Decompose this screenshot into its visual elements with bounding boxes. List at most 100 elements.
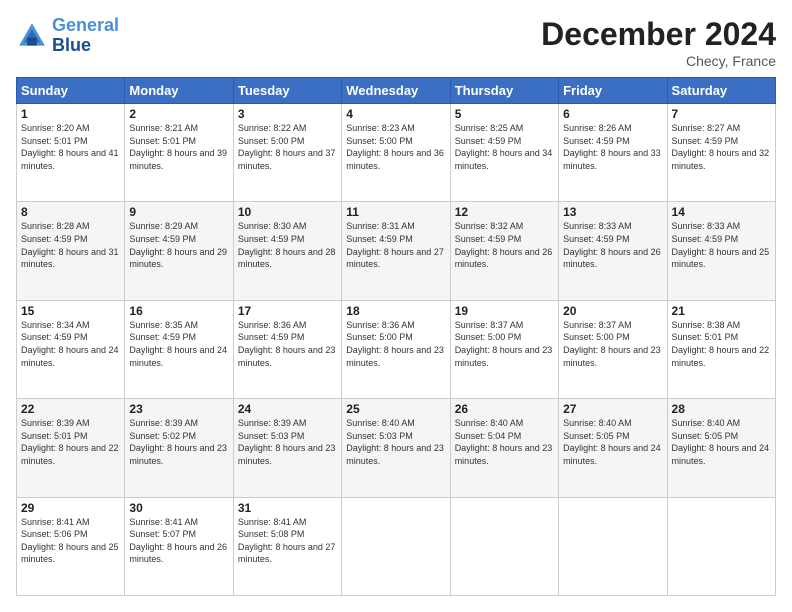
page: General Blue December 2024 Checy, France… <box>0 0 792 612</box>
day-number: 11 <box>346 205 445 219</box>
calendar-cell: 17Sunrise: 8:36 AMSunset: 4:59 PMDayligh… <box>233 300 341 398</box>
calendar: SundayMondayTuesdayWednesdayThursdayFrid… <box>16 77 776 596</box>
logo-icon <box>16 20 48 52</box>
day-number: 20 <box>563 304 662 318</box>
day-number: 21 <box>672 304 771 318</box>
cell-info: Sunrise: 8:39 AMSunset: 5:02 PMDaylight:… <box>129 417 228 467</box>
calendar-cell: 6Sunrise: 8:26 AMSunset: 4:59 PMDaylight… <box>559 104 667 202</box>
day-number: 8 <box>21 205 120 219</box>
cell-info: Sunrise: 8:33 AMSunset: 4:59 PMDaylight:… <box>563 220 662 270</box>
day-number: 29 <box>21 501 120 515</box>
day-number: 1 <box>21 107 120 121</box>
logo: General Blue <box>16 16 119 56</box>
calendar-cell <box>559 497 667 595</box>
cell-info: Sunrise: 8:40 AMSunset: 5:05 PMDaylight:… <box>672 417 771 467</box>
day-number: 6 <box>563 107 662 121</box>
calendar-week-2: 8Sunrise: 8:28 AMSunset: 4:59 PMDaylight… <box>17 202 776 300</box>
cell-info: Sunrise: 8:21 AMSunset: 5:01 PMDaylight:… <box>129 122 228 172</box>
cell-info: Sunrise: 8:26 AMSunset: 4:59 PMDaylight:… <box>563 122 662 172</box>
calendar-header-row: SundayMondayTuesdayWednesdayThursdayFrid… <box>17 78 776 104</box>
calendar-header-sunday: Sunday <box>17 78 125 104</box>
month-title: December 2024 <box>541 16 776 53</box>
calendar-header-monday: Monday <box>125 78 233 104</box>
calendar-cell: 21Sunrise: 8:38 AMSunset: 5:01 PMDayligh… <box>667 300 775 398</box>
calendar-cell: 3Sunrise: 8:22 AMSunset: 5:00 PMDaylight… <box>233 104 341 202</box>
calendar-cell: 1Sunrise: 8:20 AMSunset: 5:01 PMDaylight… <box>17 104 125 202</box>
day-number: 12 <box>455 205 554 219</box>
calendar-header-saturday: Saturday <box>667 78 775 104</box>
calendar-cell: 2Sunrise: 8:21 AMSunset: 5:01 PMDaylight… <box>125 104 233 202</box>
cell-info: Sunrise: 8:38 AMSunset: 5:01 PMDaylight:… <box>672 319 771 369</box>
calendar-header-tuesday: Tuesday <box>233 78 341 104</box>
day-number: 13 <box>563 205 662 219</box>
cell-info: Sunrise: 8:36 AMSunset: 4:59 PMDaylight:… <box>238 319 337 369</box>
cell-info: Sunrise: 8:33 AMSunset: 4:59 PMDaylight:… <box>672 220 771 270</box>
title-block: December 2024 Checy, France <box>541 16 776 69</box>
cell-info: Sunrise: 8:30 AMSunset: 4:59 PMDaylight:… <box>238 220 337 270</box>
day-number: 27 <box>563 402 662 416</box>
cell-info: Sunrise: 8:40 AMSunset: 5:03 PMDaylight:… <box>346 417 445 467</box>
day-number: 10 <box>238 205 337 219</box>
day-number: 26 <box>455 402 554 416</box>
calendar-header-thursday: Thursday <box>450 78 558 104</box>
day-number: 28 <box>672 402 771 416</box>
day-number: 9 <box>129 205 228 219</box>
header: General Blue December 2024 Checy, France <box>16 16 776 69</box>
day-number: 17 <box>238 304 337 318</box>
calendar-cell: 13Sunrise: 8:33 AMSunset: 4:59 PMDayligh… <box>559 202 667 300</box>
day-number: 2 <box>129 107 228 121</box>
cell-info: Sunrise: 8:23 AMSunset: 5:00 PMDaylight:… <box>346 122 445 172</box>
calendar-header-friday: Friday <box>559 78 667 104</box>
calendar-cell <box>342 497 450 595</box>
cell-info: Sunrise: 8:41 AMSunset: 5:06 PMDaylight:… <box>21 516 120 566</box>
calendar-cell: 28Sunrise: 8:40 AMSunset: 5:05 PMDayligh… <box>667 399 775 497</box>
day-number: 3 <box>238 107 337 121</box>
calendar-week-4: 22Sunrise: 8:39 AMSunset: 5:01 PMDayligh… <box>17 399 776 497</box>
calendar-cell: 4Sunrise: 8:23 AMSunset: 5:00 PMDaylight… <box>342 104 450 202</box>
calendar-cell <box>450 497 558 595</box>
day-number: 31 <box>238 501 337 515</box>
calendar-cell: 14Sunrise: 8:33 AMSunset: 4:59 PMDayligh… <box>667 202 775 300</box>
calendar-cell: 26Sunrise: 8:40 AMSunset: 5:04 PMDayligh… <box>450 399 558 497</box>
calendar-cell: 20Sunrise: 8:37 AMSunset: 5:00 PMDayligh… <box>559 300 667 398</box>
calendar-cell: 25Sunrise: 8:40 AMSunset: 5:03 PMDayligh… <box>342 399 450 497</box>
cell-info: Sunrise: 8:28 AMSunset: 4:59 PMDaylight:… <box>21 220 120 270</box>
cell-info: Sunrise: 8:40 AMSunset: 5:04 PMDaylight:… <box>455 417 554 467</box>
calendar-cell: 19Sunrise: 8:37 AMSunset: 5:00 PMDayligh… <box>450 300 558 398</box>
cell-info: Sunrise: 8:25 AMSunset: 4:59 PMDaylight:… <box>455 122 554 172</box>
calendar-cell: 27Sunrise: 8:40 AMSunset: 5:05 PMDayligh… <box>559 399 667 497</box>
calendar-cell: 24Sunrise: 8:39 AMSunset: 5:03 PMDayligh… <box>233 399 341 497</box>
cell-info: Sunrise: 8:22 AMSunset: 5:00 PMDaylight:… <box>238 122 337 172</box>
cell-info: Sunrise: 8:32 AMSunset: 4:59 PMDaylight:… <box>455 220 554 270</box>
cell-info: Sunrise: 8:37 AMSunset: 5:00 PMDaylight:… <box>455 319 554 369</box>
cell-info: Sunrise: 8:41 AMSunset: 5:07 PMDaylight:… <box>129 516 228 566</box>
day-number: 4 <box>346 107 445 121</box>
cell-info: Sunrise: 8:39 AMSunset: 5:01 PMDaylight:… <box>21 417 120 467</box>
calendar-cell: 18Sunrise: 8:36 AMSunset: 5:00 PMDayligh… <box>342 300 450 398</box>
cell-info: Sunrise: 8:39 AMSunset: 5:03 PMDaylight:… <box>238 417 337 467</box>
day-number: 24 <box>238 402 337 416</box>
calendar-week-1: 1Sunrise: 8:20 AMSunset: 5:01 PMDaylight… <box>17 104 776 202</box>
day-number: 23 <box>129 402 228 416</box>
calendar-cell: 12Sunrise: 8:32 AMSunset: 4:59 PMDayligh… <box>450 202 558 300</box>
day-number: 7 <box>672 107 771 121</box>
calendar-week-5: 29Sunrise: 8:41 AMSunset: 5:06 PMDayligh… <box>17 497 776 595</box>
calendar-cell: 16Sunrise: 8:35 AMSunset: 4:59 PMDayligh… <box>125 300 233 398</box>
cell-info: Sunrise: 8:35 AMSunset: 4:59 PMDaylight:… <box>129 319 228 369</box>
calendar-cell: 15Sunrise: 8:34 AMSunset: 4:59 PMDayligh… <box>17 300 125 398</box>
cell-info: Sunrise: 8:27 AMSunset: 4:59 PMDaylight:… <box>672 122 771 172</box>
cell-info: Sunrise: 8:20 AMSunset: 5:01 PMDaylight:… <box>21 122 120 172</box>
calendar-cell: 9Sunrise: 8:29 AMSunset: 4:59 PMDaylight… <box>125 202 233 300</box>
day-number: 22 <box>21 402 120 416</box>
calendar-cell: 5Sunrise: 8:25 AMSunset: 4:59 PMDaylight… <box>450 104 558 202</box>
calendar-cell <box>667 497 775 595</box>
cell-info: Sunrise: 8:37 AMSunset: 5:00 PMDaylight:… <box>563 319 662 369</box>
calendar-cell: 7Sunrise: 8:27 AMSunset: 4:59 PMDaylight… <box>667 104 775 202</box>
day-number: 15 <box>21 304 120 318</box>
calendar-cell: 23Sunrise: 8:39 AMSunset: 5:02 PMDayligh… <box>125 399 233 497</box>
cell-info: Sunrise: 8:29 AMSunset: 4:59 PMDaylight:… <box>129 220 228 270</box>
calendar-cell: 31Sunrise: 8:41 AMSunset: 5:08 PMDayligh… <box>233 497 341 595</box>
logo-text: General Blue <box>52 16 119 56</box>
day-number: 30 <box>129 501 228 515</box>
location: Checy, France <box>541 53 776 69</box>
